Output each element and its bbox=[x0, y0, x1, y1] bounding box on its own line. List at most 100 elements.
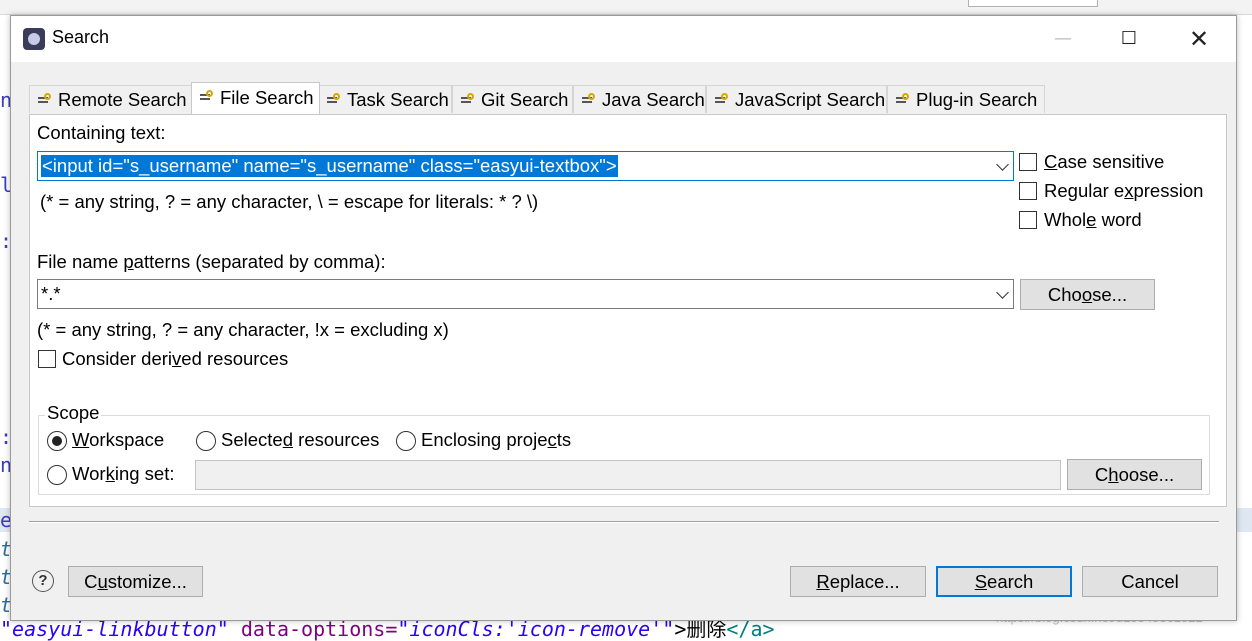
chevron-down-icon[interactable] bbox=[996, 286, 1009, 299]
tab-label: Java Search bbox=[602, 89, 705, 110]
label-part: Wor bbox=[72, 463, 106, 484]
working-set-label[interactable]: Working set: bbox=[72, 463, 174, 485]
label-part: stomize... bbox=[107, 571, 187, 592]
tab-git-search[interactable]: Git Search bbox=[452, 85, 573, 113]
workspace-radio[interactable] bbox=[47, 431, 67, 451]
javascript-search-icon bbox=[713, 93, 729, 107]
workspace-label[interactable]: Workspace bbox=[72, 429, 164, 451]
containing-text-label: Containing text: bbox=[37, 122, 166, 143]
tab-java-search[interactable]: Java Search bbox=[573, 85, 706, 113]
consider-derived-label[interactable]: Consider derived resources bbox=[62, 348, 288, 370]
tab-label: Git Search bbox=[481, 89, 569, 110]
containing-text-combo[interactable]: <input id="s_username" name="s_username"… bbox=[37, 151, 1014, 181]
mnemonic: k bbox=[105, 463, 115, 484]
mnemonic: c bbox=[547, 429, 557, 450]
label-part: ts bbox=[556, 429, 572, 450]
label-part: Selecte bbox=[221, 429, 283, 450]
file-name-patterns-value: *.* bbox=[41, 283, 61, 304]
whole-word-checkbox[interactable] bbox=[1019, 211, 1037, 229]
tab-plugin-search[interactable]: Plug-in Search bbox=[887, 85, 1045, 113]
mnemonic: d bbox=[282, 429, 294, 450]
enclosing-projects-radio[interactable] bbox=[396, 431, 416, 451]
mnemonic: o bbox=[1081, 284, 1093, 305]
search-dialog: Search — ☐ ✕ Remote Search File Search T… bbox=[10, 15, 1237, 621]
file-search-icon bbox=[198, 90, 214, 104]
containing-text-value: <input id="s_username" name="s_username"… bbox=[41, 155, 618, 177]
plugin-search-icon bbox=[894, 93, 910, 107]
tab-file-search[interactable]: File Search bbox=[191, 82, 320, 114]
close-button[interactable]: ✕ bbox=[1177, 20, 1221, 58]
file-name-patterns-combo[interactable]: *.* bbox=[37, 279, 1014, 309]
label-part: ing set: bbox=[114, 463, 175, 484]
label-part: pression bbox=[1133, 180, 1204, 201]
working-set-radio[interactable] bbox=[47, 465, 67, 485]
footer-separator bbox=[29, 521, 1219, 523]
dialog-title: Search bbox=[52, 27, 110, 47]
label-part: oose... bbox=[1118, 464, 1175, 485]
file-name-patterns-label: File name patterns (separated by comma): bbox=[37, 251, 386, 273]
mnemonic: u bbox=[97, 571, 108, 592]
label-part: earch bbox=[987, 571, 1034, 592]
tab-javascript-search[interactable]: JavaScript Search bbox=[706, 85, 887, 113]
tab-task-search[interactable]: Task Search bbox=[318, 85, 452, 113]
label-part: Cho bbox=[1047, 284, 1082, 305]
java-search-icon bbox=[580, 93, 596, 107]
mnemonic: W bbox=[72, 429, 90, 450]
mnemonic: v bbox=[172, 348, 182, 369]
mnemonic: C bbox=[1044, 151, 1058, 172]
case-sensitive-checkbox[interactable] bbox=[1019, 153, 1037, 171]
maximize-button[interactable]: ☐ bbox=[1107, 20, 1151, 58]
remote-search-icon bbox=[36, 93, 52, 107]
tab-label: Plug-in Search bbox=[916, 89, 1038, 110]
scope-group: Scope Workspace Selected resources Enclo… bbox=[38, 402, 1210, 495]
chevron-down-icon[interactable] bbox=[996, 158, 1009, 171]
cancel-button[interactable]: Cancel bbox=[1082, 566, 1218, 597]
label-part: Enclosing proje bbox=[421, 429, 548, 450]
mnemonic: S bbox=[974, 571, 988, 592]
label-part: Consider deri bbox=[62, 348, 173, 369]
search-button[interactable]: Search bbox=[936, 566, 1072, 597]
editor-line-highlight bbox=[1236, 508, 1252, 532]
title-bar[interactable]: Search — ☐ ✕ bbox=[11, 16, 1236, 62]
mnemonic: R bbox=[816, 571, 830, 592]
working-set-field[interactable] bbox=[195, 460, 1061, 490]
label-part: word bbox=[1096, 209, 1142, 230]
label-part: ed resources bbox=[181, 348, 289, 369]
label-part: orkspace bbox=[89, 429, 165, 450]
tab-label: File Search bbox=[220, 87, 314, 108]
label-part: resources bbox=[293, 429, 380, 450]
working-set-choose-button[interactable]: Choose... bbox=[1067, 459, 1202, 490]
label-part: C bbox=[1094, 464, 1109, 485]
tab-remote-search[interactable]: Remote Search bbox=[29, 85, 193, 113]
tab-label: Task Search bbox=[347, 89, 449, 110]
case-sensitive-label[interactable]: Case sensitive bbox=[1044, 151, 1164, 173]
editor-top-field bbox=[968, 0, 1098, 7]
label-part: C bbox=[84, 571, 98, 592]
label-part: File name bbox=[37, 251, 124, 272]
file-search-panel: Containing text: <input id="s_username" … bbox=[29, 114, 1227, 507]
selected-resources-radio[interactable] bbox=[196, 431, 216, 451]
label-part: Regular e bbox=[1044, 180, 1125, 201]
replace-button[interactable]: Replace... bbox=[790, 566, 926, 597]
consider-derived-checkbox[interactable] bbox=[38, 350, 56, 368]
eclipse-icon bbox=[23, 28, 45, 50]
tab-label: JavaScript Search bbox=[735, 89, 886, 110]
label-part: se... bbox=[1092, 284, 1128, 305]
label-part: Whol bbox=[1044, 209, 1087, 230]
whole-word-label[interactable]: Whole word bbox=[1044, 209, 1142, 231]
file-name-patterns-hint: (* = any string, ? = any character, !x =… bbox=[37, 319, 449, 340]
mnemonic: e bbox=[1086, 209, 1097, 230]
patterns-choose-button[interactable]: Choose... bbox=[1020, 279, 1155, 310]
minimize-icon[interactable]: — bbox=[1041, 20, 1085, 58]
git-search-icon bbox=[459, 93, 475, 107]
tab-label: Remote Search bbox=[58, 89, 187, 110]
regular-expression-label[interactable]: Regular expression bbox=[1044, 180, 1203, 202]
regular-expression-checkbox[interactable] bbox=[1019, 182, 1037, 200]
enclosing-projects-label[interactable]: Enclosing projects bbox=[421, 429, 571, 451]
customize-button[interactable]: Customize... bbox=[68, 566, 203, 597]
task-search-icon bbox=[325, 93, 341, 107]
containing-text-hint: (* = any string, ? = any character, \ = … bbox=[40, 191, 539, 212]
help-icon[interactable]: ? bbox=[32, 570, 54, 592]
label-part: ase sensitive bbox=[1057, 151, 1165, 172]
selected-resources-label[interactable]: Selected resources bbox=[221, 429, 379, 451]
